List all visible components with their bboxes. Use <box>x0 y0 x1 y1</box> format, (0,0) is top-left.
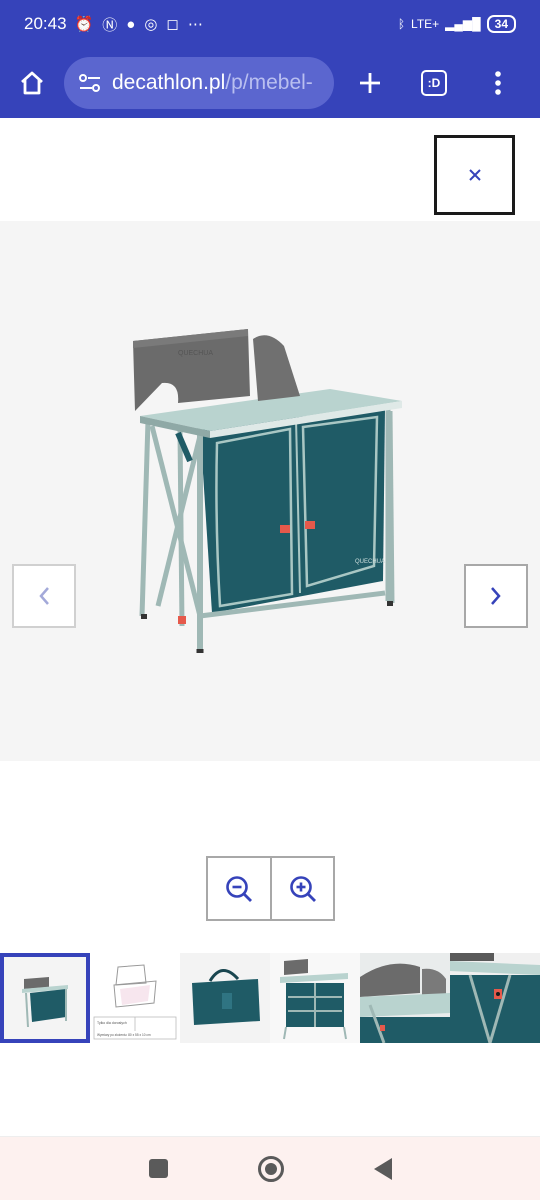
zoom-in-button[interactable] <box>270 858 333 919</box>
thumbnail-carry-bag[interactable] <box>180 953 270 1043</box>
system-nav-bar <box>0 1136 540 1200</box>
thumbnail-windscreen-closeup[interactable] <box>360 953 450 1043</box>
back-button[interactable] <box>373 1157 392 1180</box>
chrome-icon: ◎ <box>144 16 158 33</box>
home-nav-button[interactable] <box>257 1155 284 1182</box>
svg-text:QUECHUA: QUECHUA <box>178 350 213 357</box>
thumbnail-image <box>192 969 260 1025</box>
thumbnail-strip: Tylko dla dorosłych Wymiary po złożeniu:… <box>0 953 540 1043</box>
recents-button[interactable] <box>148 1159 168 1178</box>
status-system-icons: ᛒ LTE+ ▂▄▆█ 34 <box>398 15 516 33</box>
next-image-button[interactable] <box>464 564 528 628</box>
bluetooth-icon: ᛒ <box>397 17 406 31</box>
thumbnail-open-shelves[interactable] <box>270 953 360 1043</box>
chevron-right-icon <box>491 587 501 605</box>
signal-icon: ▂▄▆█ <box>445 17 481 31</box>
home-icon <box>21 71 43 95</box>
close-button[interactable] <box>434 135 515 215</box>
network-type: LTE+ <box>411 17 440 31</box>
thumbnail-image <box>360 953 450 1043</box>
site-settings-icon[interactable] <box>78 72 102 94</box>
close-icon <box>468 169 481 181</box>
chevron-left-icon <box>39 587 49 605</box>
status-notification-icons: ⏰ Ⓝ ● ◎ ◻ ⋯ <box>75 14 203 35</box>
more-menu-icon <box>495 71 501 95</box>
browser-toolbar: decathlon.pl/p/mebel- :D <box>0 48 540 118</box>
url-domain: decathlon.pl <box>112 71 226 94</box>
thumbnail-image: Tylko dla dorosłych Wymiary po złożeniu:… <box>90 953 180 1043</box>
chat-icon: ● <box>126 15 136 33</box>
thumbnail-image <box>4 957 86 1039</box>
new-tab-button[interactable] <box>338 53 402 113</box>
thumbnail-side-detail[interactable] <box>450 953 540 1043</box>
nfc-icon: Ⓝ <box>102 16 118 34</box>
thumbnail-image <box>450 953 540 1043</box>
url-text[interactable]: decathlon.pl/p/mebel- <box>112 71 313 95</box>
thumbnail-image <box>270 953 360 1043</box>
home-button[interactable] <box>0 53 64 113</box>
thumbnail-camping-kitchen-front[interactable] <box>0 953 90 1043</box>
zoom-in-icon <box>289 875 316 902</box>
product-image-viewer[interactable]: QUECHUA QUECHUA <box>0 221 540 761</box>
product-image: QUECHUA QUECHUA <box>133 329 402 653</box>
url-path: /p/mebel- <box>225 71 313 94</box>
status-bar: 20:43 ⏰ Ⓝ ● ◎ ◻ ⋯ ᛒ LTE+ ▂▄▆█ 34 <box>0 0 540 48</box>
status-time: 20:43 <box>24 14 67 33</box>
zoom-out-button[interactable] <box>208 858 270 919</box>
address-bar[interactable]: decathlon.pl/p/mebel- <box>64 57 334 109</box>
spec-text-1: Tylko dla dorosłych <box>97 1021 127 1025</box>
zoom-controls <box>206 856 335 921</box>
previous-image-button[interactable] <box>12 564 76 628</box>
battery-level: 34 <box>486 15 516 33</box>
svg-text:QUECHUA: QUECHUA <box>355 559 385 565</box>
tab-switcher-button[interactable]: :D <box>402 53 466 113</box>
tab-switcher-icon: :D <box>421 70 447 96</box>
more-notifications-icon: ⋯ <box>187 16 203 33</box>
zoom-out-icon <box>226 875 253 902</box>
instagram-icon: ◻ <box>166 16 179 33</box>
more-menu-button[interactable] <box>466 53 530 113</box>
spec-text-2: Wymiary po złożeniu: 80 x 55 x 10 cm <box>97 1033 151 1037</box>
thumbnail-dimensions-diagram[interactable]: Tylko dla dorosłych Wymiary po złożeniu:… <box>90 953 180 1043</box>
new-tab-icon <box>360 73 380 93</box>
alarm-icon: ⏰ <box>74 16 94 33</box>
